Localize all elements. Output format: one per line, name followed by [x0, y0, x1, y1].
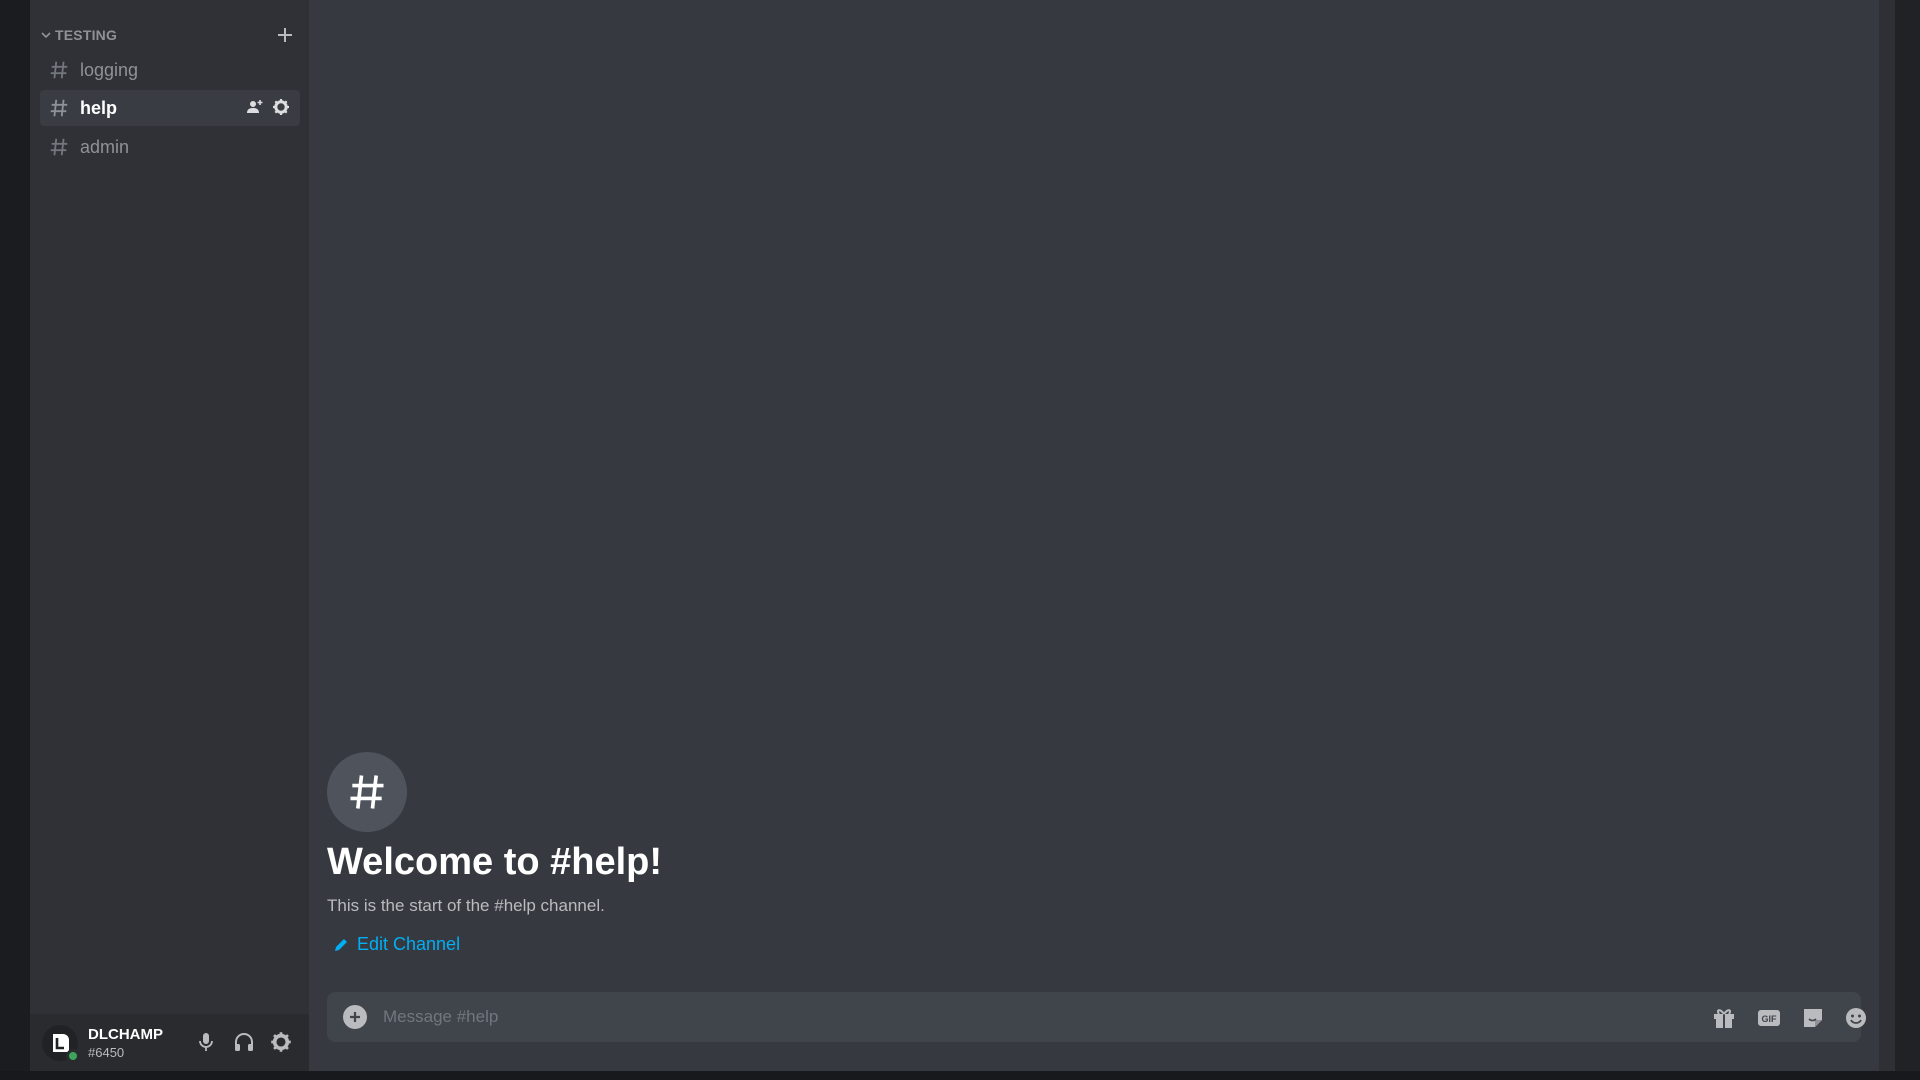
welcome-channel-icon: [327, 752, 407, 832]
add-circle-icon: [350, 1012, 360, 1022]
svg-text:GIF: GIF: [1762, 1014, 1778, 1024]
window-right-edge: [1879, 0, 1895, 1071]
headphones-icon: [235, 1033, 253, 1051]
chevron-down-icon: [41, 32, 51, 39]
channel-tools: [246, 98, 290, 116]
edit-channel-link[interactable]: Edit Channel: [333, 934, 460, 955]
sticker-button[interactable]: [1799, 1004, 1827, 1032]
user-settings-button[interactable]: [267, 1028, 295, 1056]
channel-item-admin[interactable]: admin: [40, 129, 300, 165]
chat-area: Welcome to #help! This is the start of t…: [309, 0, 1879, 1071]
text-channel-hash-icon: [50, 99, 68, 117]
mute-button[interactable]: [192, 1028, 220, 1056]
channel-item-help[interactable]: help: [40, 90, 300, 126]
gift-button[interactable]: [1710, 1004, 1738, 1032]
welcome-subtitle: This is the start of the #help channel.: [327, 896, 605, 915]
message-composer: GIF: [327, 992, 1866, 1042]
deafen-button[interactable]: [230, 1028, 258, 1056]
user-tag: #6450: [88, 1045, 125, 1060]
text-channel-hash-icon: [50, 61, 68, 79]
category-header[interactable]: TESTING: [36, 24, 298, 46]
edit-channel-label: Edit Channel: [357, 934, 461, 954]
invite-member-icon[interactable]: [246, 98, 264, 116]
discord-window: TESTING logging help admin DLCHAMP #6450…: [0, 0, 1920, 1080]
text-channel-hash-icon: [50, 138, 68, 156]
attach-button[interactable]: [343, 1005, 367, 1029]
microphone-icon: [199, 1033, 213, 1051]
avatar[interactable]: [42, 1025, 80, 1063]
emoji-button[interactable]: [1842, 1004, 1870, 1032]
sticker-icon: [1804, 1009, 1822, 1027]
channel-label: help: [80, 97, 118, 118]
gear-icon: [271, 1032, 291, 1052]
category-label: TESTING: [55, 27, 118, 43]
gift-icon: [1714, 1009, 1734, 1028]
status-online-indicator: [66, 1049, 80, 1063]
window-bottom-edge: [0, 1071, 1920, 1080]
user-panel: DLCHAMP #6450: [30, 1014, 309, 1071]
channel-label: admin: [80, 136, 130, 157]
plus-icon[interactable]: [276, 26, 294, 44]
emoji-icon: [1846, 1008, 1866, 1028]
message-input[interactable]: [383, 1002, 1683, 1032]
channel-item-logging[interactable]: logging: [40, 52, 300, 88]
channel-label: logging: [80, 59, 139, 80]
gear-icon[interactable]: [272, 98, 290, 116]
gif-icon: GIF: [1758, 1010, 1780, 1026]
channel-sidebar: TESTING logging help admin: [30, 0, 309, 1071]
welcome-title: Welcome to #help!: [327, 841, 663, 883]
gif-button[interactable]: GIF: [1755, 1004, 1783, 1032]
server-rail: [0, 0, 30, 1080]
pencil-icon: [335, 938, 347, 951]
username: DLCHAMP: [88, 1026, 163, 1043]
hash-icon: [350, 775, 384, 809]
